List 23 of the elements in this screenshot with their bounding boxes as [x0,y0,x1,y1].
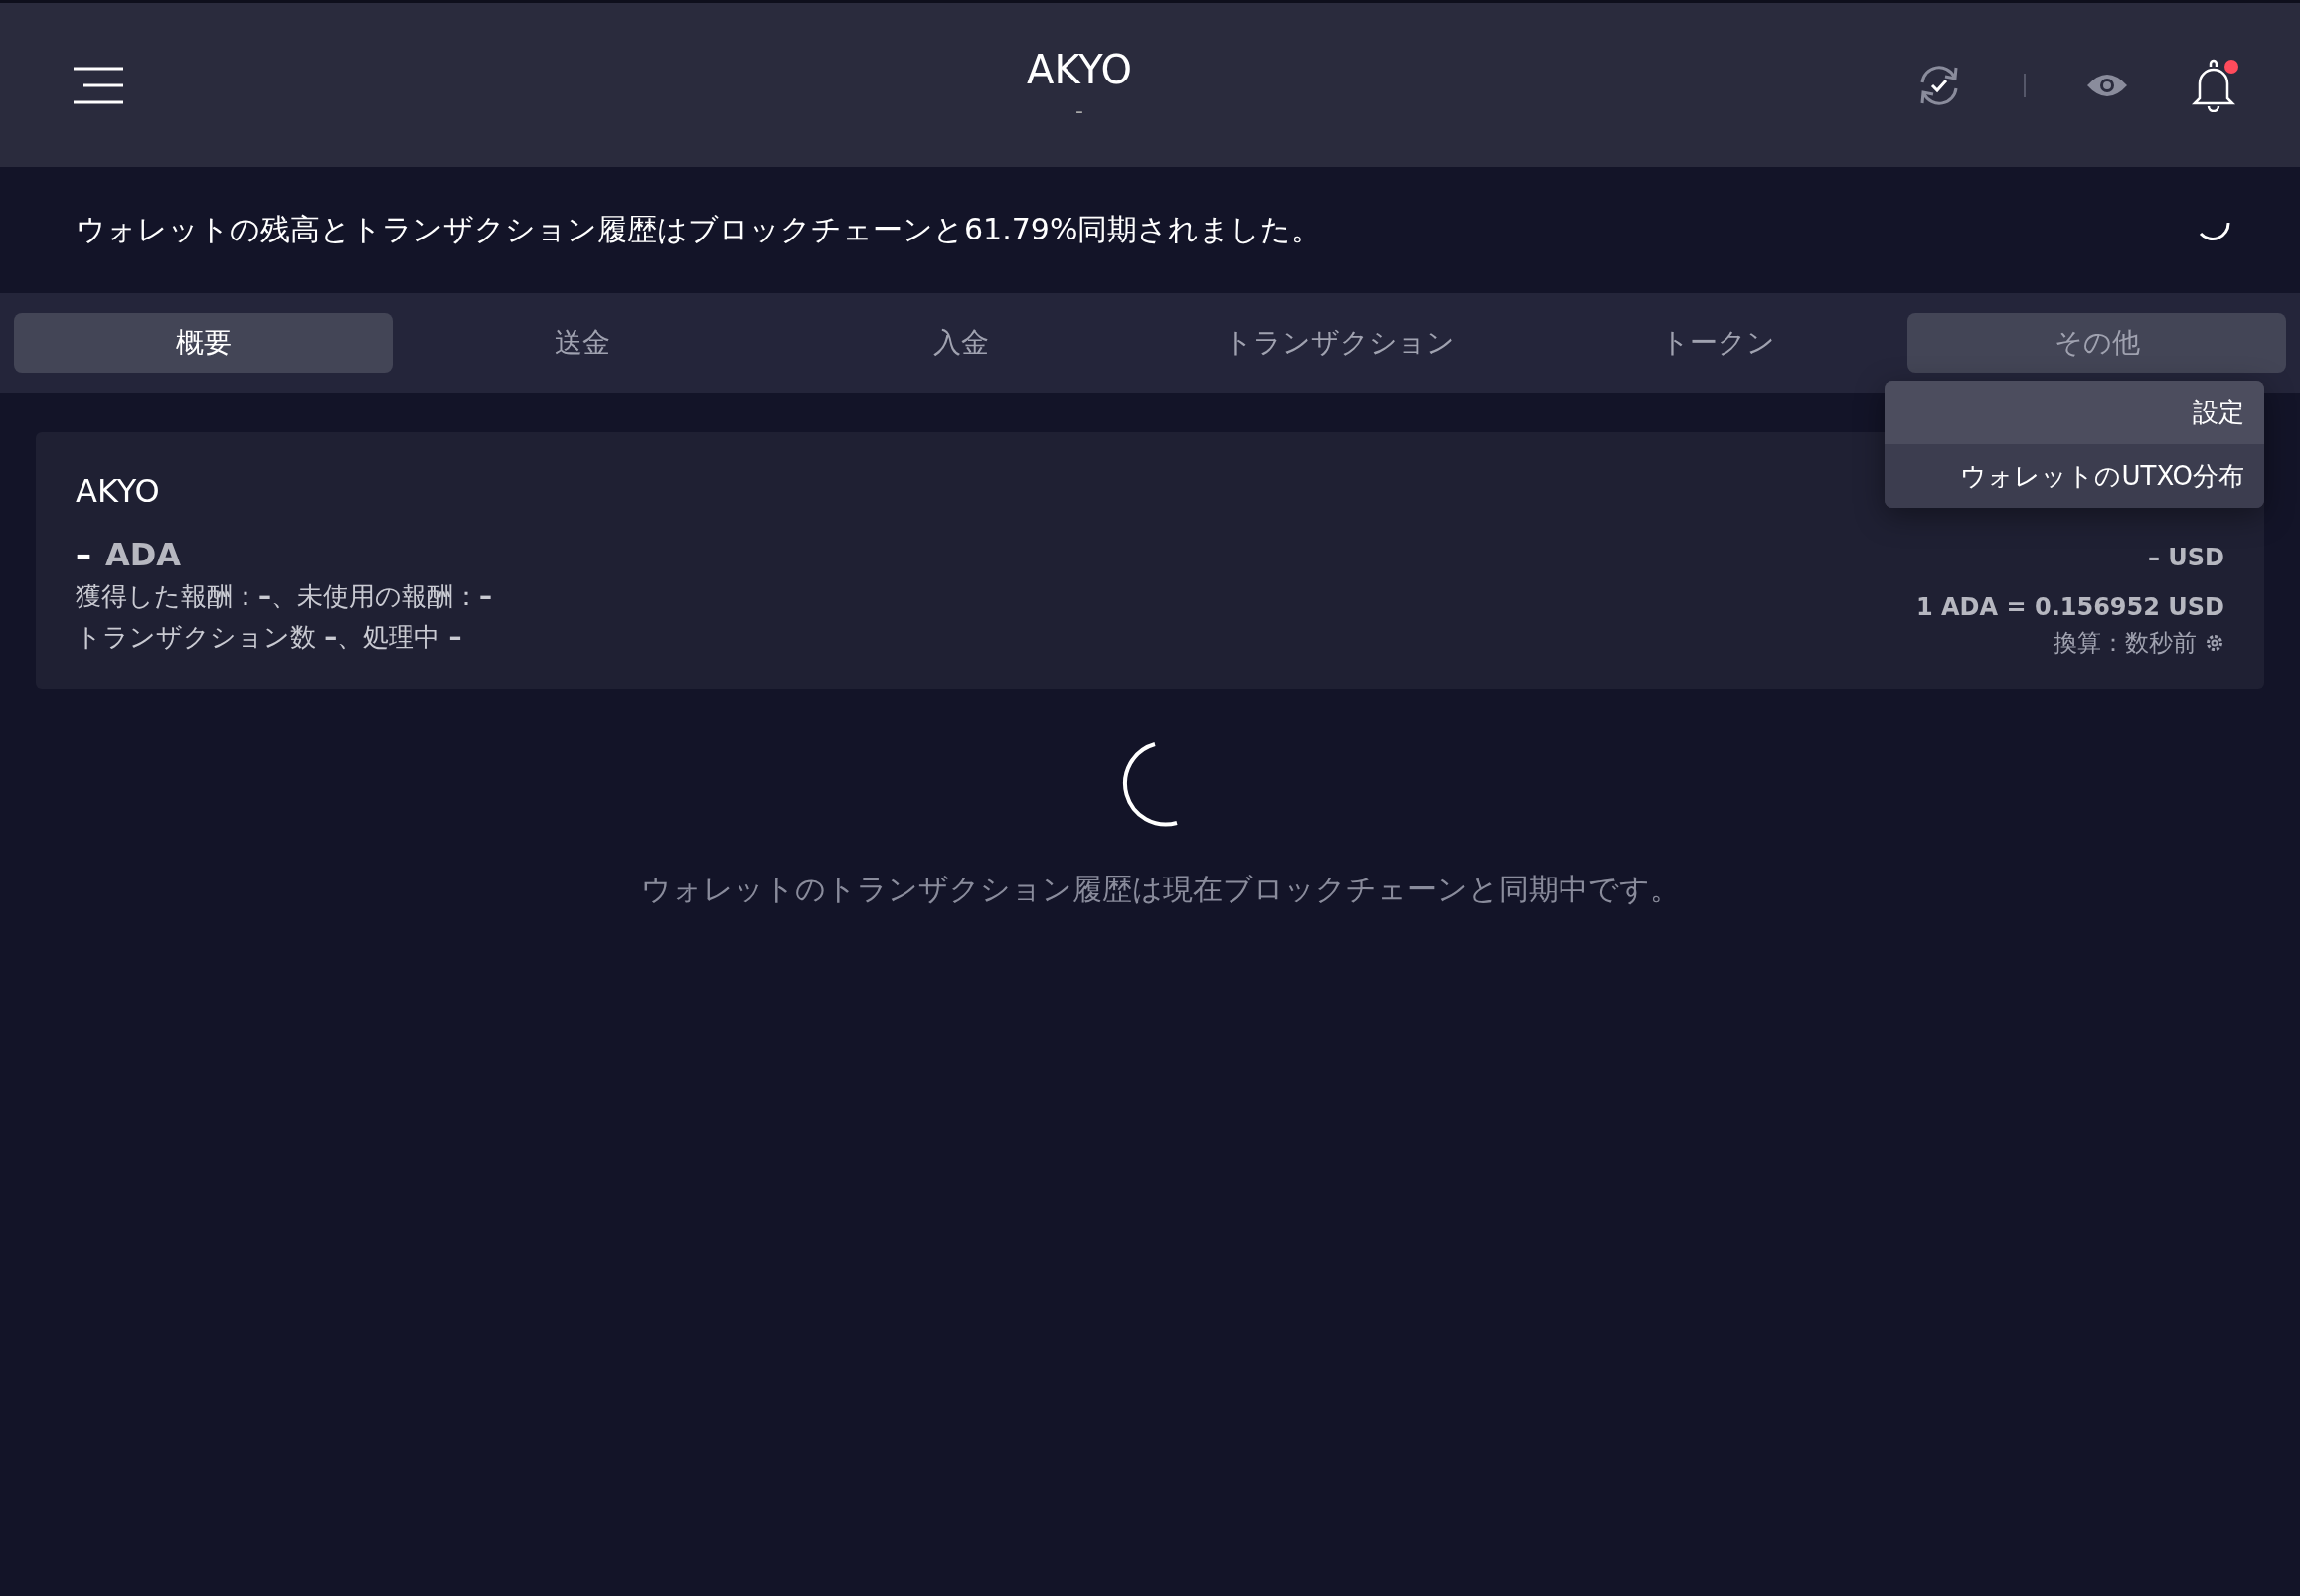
nav-tab[interactable]: 概要 [14,313,393,373]
nav-tab[interactable]: その他 [1907,313,2286,373]
exchange-rate: 1 ADA = 0.156952 USD [1916,593,2224,621]
nav-tab[interactable]: トークン [1529,313,1907,373]
menu-item[interactable]: 設定 [1885,381,2264,444]
rewards-text: 獲得した報酬：–、未使用の報酬：– [76,580,492,613]
balance-value: – [76,536,91,573]
menu-icon[interactable] [72,65,125,105]
nav-tab[interactable]: 送金 [393,313,771,373]
transactions-text: トランザクション数 –、処理中 – [76,621,463,654]
sync-progress-message: ウォレットの残高とトランザクション履歴はブロックチェーンと61.79%同期されました。 [76,211,1322,248]
balance-unit: ADA [105,536,182,573]
nav-tab[interactable]: トランザクション [1150,313,1529,373]
nav-tab[interactable]: 入金 [771,313,1150,373]
menu-item[interactable]: ウォレットのUTXO分布 [1885,444,2264,508]
conversion-time: 換算：数秒前 [2054,628,2197,659]
wallet-title: AKYO [1027,47,1132,92]
wallet-name: AKYO [76,472,161,510]
wallet-subtitle: - [1075,98,1083,123]
settings-icon[interactable] [2205,633,2224,653]
sync-status-message: ウォレットのトランザクション履歴は現在ブロックチェーンと同期中です。 [640,871,1680,908]
fiat-balance: – USD [2147,544,2224,571]
loading-spinner-icon [2199,220,2230,240]
